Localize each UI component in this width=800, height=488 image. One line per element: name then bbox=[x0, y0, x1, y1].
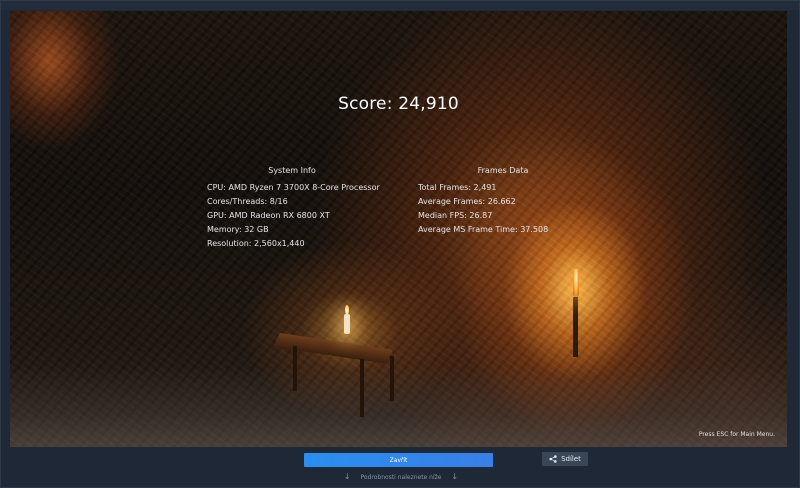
table-leg bbox=[293, 346, 297, 391]
table-leg bbox=[390, 356, 394, 401]
benchmark-result-window: Score: 24,910 System Info CPU: AMD Ryzen… bbox=[0, 0, 800, 488]
torch-flame bbox=[573, 269, 579, 297]
frames-data-row: Total Frames: 2,491 bbox=[418, 183, 497, 192]
candle bbox=[344, 314, 350, 334]
score-heading: Score: 24,910 bbox=[338, 94, 459, 114]
benchmark-scene: Score: 24,910 System Info CPU: AMD Ryzen… bbox=[10, 11, 787, 447]
system-info-row: Cores/Threads: 8/16 bbox=[207, 197, 288, 206]
wooden-table bbox=[273, 333, 393, 364]
system-info-row: Memory: 32 GB bbox=[207, 225, 269, 234]
frames-data-row: Median FPS: 26.87 bbox=[418, 211, 493, 220]
share-button[interactable]: Sdílet bbox=[542, 452, 588, 466]
share-icon bbox=[549, 455, 557, 463]
torch-handle bbox=[573, 297, 578, 357]
system-info-row: Resolution: 2,560x1,440 bbox=[207, 239, 305, 248]
candle-flame bbox=[345, 305, 349, 314]
cave-floor bbox=[10, 367, 787, 447]
share-button-label: Sdílet bbox=[561, 455, 581, 463]
system-info-panel: System Info CPU: AMD Ryzen 7 3700X 8-Cor… bbox=[207, 166, 380, 251]
arrow-down-icon: ↓ bbox=[343, 472, 351, 481]
frames-data-title: Frames Data bbox=[477, 166, 529, 175]
details-below-label: Podrobnosti naleznete níže bbox=[360, 474, 442, 481]
system-info-row: CPU: AMD Ryzen 7 3700X 8-Core Processor bbox=[207, 183, 380, 192]
close-button[interactable]: Zavřít bbox=[304, 453, 493, 467]
table-leg bbox=[360, 359, 364, 417]
system-info-row: GPU: AMD Radeon RX 6800 XT bbox=[207, 211, 330, 220]
system-info-title: System Info bbox=[268, 166, 316, 175]
arrow-down-icon: ↓ bbox=[451, 472, 459, 481]
esc-menu-hint: Press ESC for Main Menu. bbox=[698, 431, 775, 438]
frames-data-row: Average MS Frame Time: 37.508 bbox=[418, 225, 549, 234]
window-top-strip bbox=[1, 1, 799, 10]
frames-data-panel: Frames Data Total Frames: 2,491 Average … bbox=[418, 166, 588, 237]
frames-data-row: Average Frames: 26.662 bbox=[418, 197, 516, 206]
details-below-hint[interactable]: ↓ Podrobnosti naleznete níže ↓ bbox=[1, 472, 800, 481]
